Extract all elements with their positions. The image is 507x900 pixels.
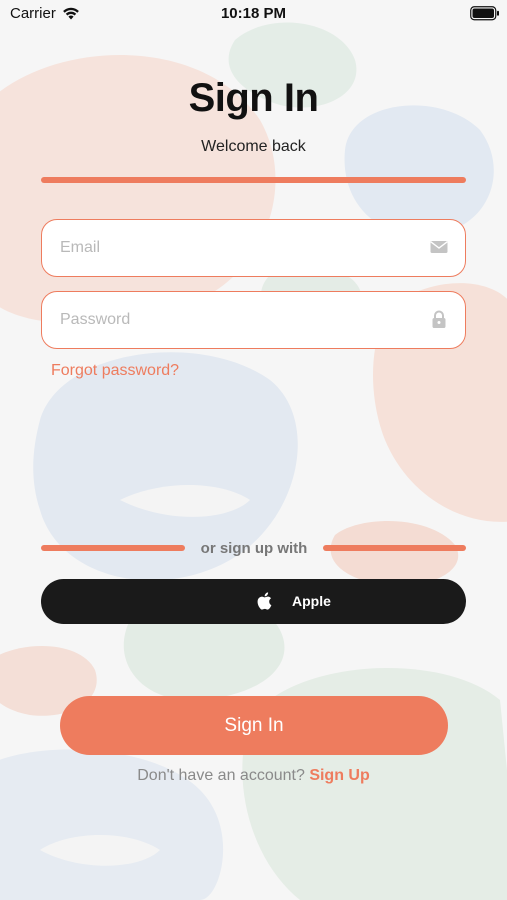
password-input[interactable] bbox=[60, 292, 420, 347]
page-subtitle: Welcome back bbox=[201, 138, 306, 155]
status-bar: Carrier 10:18 PM bbox=[0, 0, 507, 28]
apple-signin-button[interactable]: Apple bbox=[41, 579, 466, 624]
signup-prompt-text: Don't have an account? bbox=[137, 767, 305, 784]
envelope-icon bbox=[430, 241, 448, 253]
divider-line-left bbox=[41, 545, 185, 551]
sign-in-button[interactable]: Sign In bbox=[60, 696, 448, 755]
email-input[interactable] bbox=[60, 220, 420, 275]
apple-button-label: Apple bbox=[292, 593, 331, 609]
page-title: Sign In bbox=[188, 76, 319, 120]
sign-up-link[interactable]: Sign Up bbox=[309, 767, 369, 784]
header-accent-bar bbox=[41, 177, 466, 183]
divider-line-right bbox=[323, 545, 466, 551]
lock-icon bbox=[432, 310, 446, 328]
signup-row: Don't have an account? Sign Up bbox=[0, 767, 507, 785]
password-field-container bbox=[41, 291, 466, 349]
social-divider-text: or sign up with bbox=[200, 540, 308, 557]
status-time: 10:18 PM bbox=[220, 5, 287, 22]
email-field-container bbox=[41, 219, 466, 277]
apple-logo-icon bbox=[257, 592, 272, 610]
battery-icon bbox=[470, 6, 499, 21]
forgot-password-link[interactable]: Forgot password? bbox=[51, 362, 179, 380]
